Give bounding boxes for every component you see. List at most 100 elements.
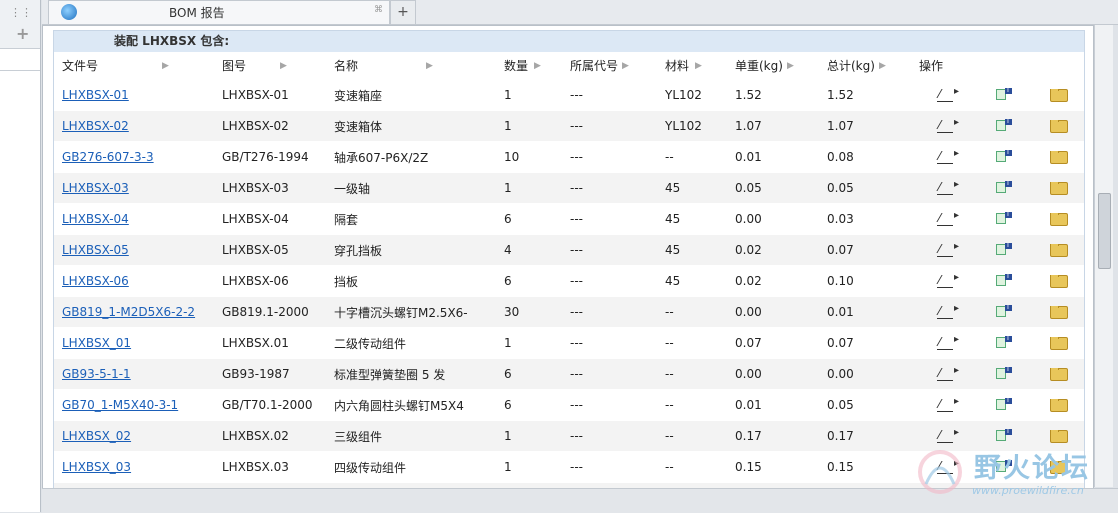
info-icon[interactable] xyxy=(995,336,1012,350)
info-icon[interactable] xyxy=(995,181,1012,195)
file-number-link[interactable]: LHXBSX-03 xyxy=(62,181,129,195)
sort-arrow-icon[interactable]: ▶ xyxy=(162,52,169,80)
edit-icon[interactable] xyxy=(937,275,959,288)
column-header-3[interactable]: 名称 ▶ xyxy=(326,52,496,80)
sort-arrow-icon[interactable]: ▶ xyxy=(879,52,886,80)
file-number-link[interactable]: LHXBSX_03 xyxy=(62,460,131,474)
cell-drawing: GB/T70.1-2000 xyxy=(222,398,313,412)
file-number-link[interactable]: GB276-607-3-3 xyxy=(62,150,154,164)
edit-icon[interactable] xyxy=(937,399,959,412)
file-number-link[interactable]: LHXBSX-02 xyxy=(62,119,129,133)
info-icon[interactable] xyxy=(995,212,1012,226)
add-icon[interactable]: + xyxy=(16,24,29,43)
file-number-link[interactable]: GB93-5-1-1 xyxy=(62,367,131,381)
info-icon[interactable] xyxy=(995,243,1012,257)
vertical-scrollbar[interactable] xyxy=(1094,25,1113,487)
column-header-1[interactable]: 文件号 ▶ xyxy=(54,52,214,80)
table-cell: 0.07 xyxy=(819,243,911,257)
left-toolbar: ⋮⋮ + xyxy=(0,0,40,49)
sort-arrow-icon[interactable]: ▶ xyxy=(426,52,433,80)
folder-icon[interactable] xyxy=(1050,181,1068,195)
column-header-label: 数量 xyxy=(504,59,529,73)
table-cell: -- xyxy=(657,150,727,164)
file-number-link[interactable]: LHXBSX-06 xyxy=(62,274,129,288)
action-cell xyxy=(911,399,971,412)
edit-icon[interactable] xyxy=(937,182,959,195)
table-cell: --- xyxy=(562,88,657,102)
table-cell: 1.07 xyxy=(819,119,911,133)
action-cell xyxy=(1026,243,1084,257)
edit-icon[interactable] xyxy=(937,89,959,102)
file-number-link[interactable]: LHXBSX-05 xyxy=(62,243,129,257)
column-header-6[interactable]: 材料 ▶ xyxy=(657,52,727,80)
sort-arrow-icon[interactable]: ▶ xyxy=(695,52,702,80)
folder-icon[interactable] xyxy=(1050,88,1068,102)
column-header-2[interactable]: 图号 ▶ xyxy=(214,52,326,80)
file-number-link[interactable]: GB70_1-M5X40-3-1 xyxy=(62,398,178,412)
table-cell: 0.05 xyxy=(819,398,911,412)
folder-icon[interactable] xyxy=(1050,243,1068,257)
info-icon[interactable] xyxy=(995,367,1012,381)
table-cell: LHXBSX_03 xyxy=(54,460,214,474)
folder-icon[interactable] xyxy=(1050,305,1068,319)
tab-bom-report[interactable]: BOM 报告 ⌘ xyxy=(48,0,390,24)
tree-options-icon[interactable]: ⋮⋮ xyxy=(10,6,32,19)
sort-arrow-icon[interactable]: ▶ xyxy=(622,52,629,80)
folder-icon[interactable] xyxy=(1050,150,1068,164)
file-number-link[interactable]: LHXBSX_01 xyxy=(62,336,131,350)
file-number-link[interactable]: LHXBSX-01 xyxy=(62,88,129,102)
edit-icon[interactable] xyxy=(937,337,959,350)
table-cell: 0.07 xyxy=(819,336,911,350)
info-icon[interactable] xyxy=(995,119,1012,133)
cell-parent: --- xyxy=(570,274,583,288)
info-icon[interactable] xyxy=(995,398,1012,412)
table-cell: YL102 xyxy=(657,88,727,102)
column-header-8[interactable]: 总计(kg) ▶ xyxy=(819,52,911,80)
folder-icon[interactable] xyxy=(1050,274,1068,288)
info-icon[interactable] xyxy=(995,305,1012,319)
folder-icon[interactable] xyxy=(1050,367,1068,381)
tab-close-icon[interactable]: ⌘ xyxy=(374,5,383,15)
sort-arrow-icon[interactable]: ▶ xyxy=(787,52,794,80)
table-cell: 挡板 xyxy=(326,273,496,290)
column-header-7[interactable]: 单重(kg) ▶ xyxy=(727,52,819,80)
table-cell: 0.00 xyxy=(727,367,819,381)
scrollbar-thumb[interactable] xyxy=(1098,193,1111,269)
table-cell: -- xyxy=(657,336,727,350)
column-header-4[interactable]: 数量 ▶ xyxy=(496,52,562,80)
column-header-label: 图号 xyxy=(222,59,247,73)
info-icon[interactable] xyxy=(995,150,1012,164)
action-cell xyxy=(971,305,1026,319)
edit-icon[interactable] xyxy=(937,120,959,133)
folder-icon[interactable] xyxy=(1050,212,1068,226)
cell-drawing: LHXBSX.03 xyxy=(222,460,289,474)
folder-icon[interactable] xyxy=(1050,398,1068,412)
sort-arrow-icon[interactable]: ▶ xyxy=(280,52,287,80)
edit-icon[interactable] xyxy=(937,213,959,226)
new-tab-button[interactable]: + xyxy=(390,0,416,24)
edit-icon[interactable] xyxy=(937,306,959,319)
file-number-link[interactable]: GB819_1-M2D5X6-2-2 xyxy=(62,305,195,319)
info-icon[interactable] xyxy=(995,88,1012,102)
table-cell: 45 xyxy=(657,181,727,195)
action-cell xyxy=(911,120,971,133)
edit-icon[interactable] xyxy=(937,244,959,257)
column-header-5[interactable]: 所属代号 ▶ xyxy=(562,52,657,80)
table-cell: 6 xyxy=(496,398,562,412)
action-cell xyxy=(1026,119,1084,133)
file-number-link[interactable]: LHXBSX_02 xyxy=(62,429,131,443)
file-number-link[interactable]: LHXBSX-04 xyxy=(62,212,129,226)
info-icon[interactable] xyxy=(995,274,1012,288)
table-row: LHXBSX-03 LHXBSX-03 一级轴 1 --- 45 0.05 0.05 xyxy=(54,173,1084,204)
edit-icon[interactable] xyxy=(937,151,959,164)
folder-icon[interactable] xyxy=(1050,119,1068,133)
folder-icon[interactable] xyxy=(1050,336,1068,350)
action-cell xyxy=(1026,367,1084,381)
table-cell: YL102 xyxy=(657,119,727,133)
edit-icon[interactable] xyxy=(937,368,959,381)
sort-arrow-icon[interactable]: ▶ xyxy=(534,52,541,80)
action-cell xyxy=(911,89,971,102)
cell-name: 一级轴 xyxy=(334,181,371,196)
table-row: GB93-5-1-1 GB93-1987 标准型弹簧垫圈 5 发 6 --- -- 0.00… xyxy=(54,359,1084,390)
column-header-9[interactable]: 操作 xyxy=(911,52,971,80)
